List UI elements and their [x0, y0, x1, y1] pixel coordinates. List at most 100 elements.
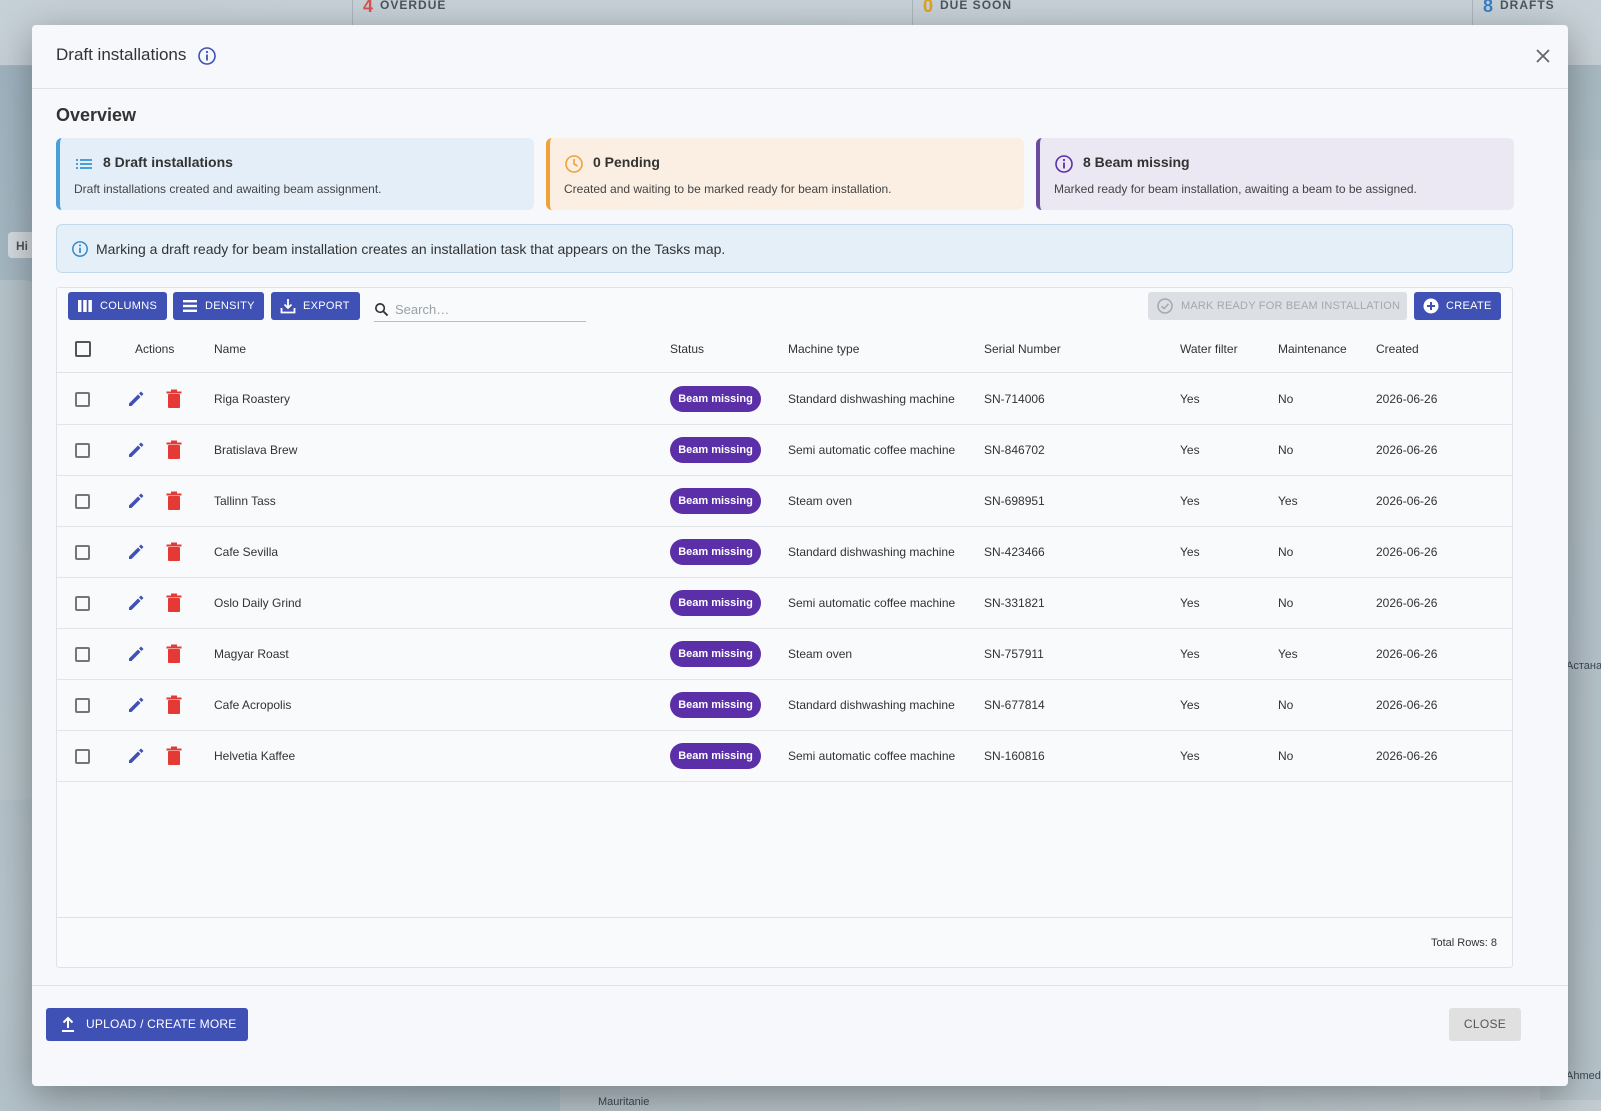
row-checkbox[interactable]	[75, 392, 90, 407]
cell-name: Magyar Roast	[214, 647, 289, 661]
card-title: 8 Beam missing	[1083, 154, 1190, 170]
delete-icon[interactable]	[165, 644, 183, 664]
delete-icon[interactable]	[165, 440, 183, 460]
info-icon[interactable]	[197, 46, 217, 66]
info-alert: Marking a draft ready for beam installat…	[56, 224, 1513, 273]
table-row[interactable]: Magyar Roast Beam missing Steam oven SN-757…	[57, 629, 1512, 680]
cell-maintenance: No	[1278, 392, 1294, 406]
header-name[interactable]: Name	[214, 342, 246, 356]
header-water-filter[interactable]: Water filter	[1180, 342, 1238, 356]
table-row[interactable]: Cafe Sevilla Beam missing Standard dishwas…	[57, 527, 1512, 578]
row-checkbox[interactable]	[75, 749, 90, 764]
edit-icon[interactable]	[126, 695, 146, 715]
cell-serial: SN-331821	[984, 596, 1045, 610]
card-title: 8 Draft installations	[103, 154, 233, 170]
edit-icon[interactable]	[126, 542, 146, 562]
delete-icon[interactable]	[165, 695, 183, 715]
cell-machine-type: Standard dishwashing machine	[788, 545, 955, 559]
table-row[interactable]: Riga Roastery Beam missing Standard dishwa…	[57, 374, 1512, 425]
delete-icon[interactable]	[165, 746, 183, 766]
total-rows: Total Rows: 8	[1430, 937, 1497, 949]
cell-created: 2026-06-26	[1376, 749, 1438, 763]
close-icon[interactable]	[1532, 45, 1554, 67]
row-checkbox[interactable]	[75, 443, 90, 458]
columns-icon	[78, 300, 92, 312]
search-input[interactable]	[395, 299, 585, 319]
header-created[interactable]: Created	[1376, 342, 1419, 356]
density-button[interactable]: DENSITY	[173, 292, 264, 320]
cell-serial: SN-714006	[984, 392, 1045, 406]
cell-serial: SN-677814	[984, 698, 1045, 712]
cell-maintenance: No	[1278, 443, 1294, 457]
edit-icon[interactable]	[126, 644, 146, 664]
cell-maintenance: No	[1278, 596, 1294, 610]
cell-water-filter: Yes	[1180, 392, 1200, 406]
row-checkbox[interactable]	[75, 596, 90, 611]
cell-created: 2026-06-26	[1376, 494, 1438, 508]
cell-machine-type: Semi automatic coffee machine	[788, 749, 956, 763]
cell-created: 2026-06-26	[1376, 392, 1438, 406]
cell-created: 2026-06-26	[1376, 698, 1438, 712]
cell-name: Riga Roastery	[214, 392, 291, 406]
header-status[interactable]: Status	[670, 342, 704, 356]
delete-icon[interactable]	[165, 389, 183, 409]
header-machine-type[interactable]: Machine type	[788, 342, 859, 356]
status-badge: Beam missing	[670, 488, 761, 514]
status-badge: Beam missing	[670, 692, 761, 718]
columns-button[interactable]: COLUMNS	[68, 292, 167, 320]
delete-icon[interactable]	[165, 542, 183, 562]
header-actions[interactable]: Actions	[135, 342, 174, 356]
cell-name: Tallinn Tass	[214, 494, 276, 508]
row-checkbox[interactable]	[75, 647, 90, 662]
cell-serial: SN-757911	[984, 647, 1044, 661]
edit-icon[interactable]	[126, 389, 146, 409]
table-row[interactable]: Cafe Acropolis Beam missing Standard dishw…	[57, 680, 1512, 731]
cell-water-filter: Yes	[1180, 494, 1200, 508]
delete-icon[interactable]	[165, 491, 183, 511]
edit-icon[interactable]	[126, 491, 146, 511]
table-row[interactable]: Helvetia Kaffee Beam missing Semi automati…	[57, 731, 1512, 782]
row-checkbox[interactable]	[75, 494, 90, 509]
create-button[interactable]: CREATE	[1414, 292, 1501, 320]
edit-icon[interactable]	[126, 440, 146, 460]
dialog-header: Draft installations	[32, 25, 1568, 89]
density-icon	[183, 300, 197, 312]
row-checkbox[interactable]	[75, 545, 90, 560]
select-all-checkbox[interactable]	[75, 341, 91, 357]
upload-create-more-button[interactable]: UPLOAD / CREATE MORE	[46, 1008, 248, 1041]
cell-name: Bratislava Brew	[214, 443, 298, 457]
check-circle-icon	[1157, 298, 1173, 314]
header-serial[interactable]: Serial Number	[984, 342, 1061, 356]
close-button[interactable]: CLOSE	[1449, 1008, 1521, 1041]
cell-machine-type: Semi automatic coffee machine	[788, 596, 956, 610]
status-badge: Beam missing	[670, 386, 761, 412]
cell-name: Cafe Sevilla	[214, 545, 279, 559]
cell-water-filter: Yes	[1180, 749, 1200, 763]
cell-serial: SN-846702	[984, 443, 1045, 457]
dialog-title: Draft installations	[56, 45, 187, 64]
row-checkbox[interactable]	[75, 698, 90, 713]
dialog-footer: UPLOAD / CREATE MORE CLOSE	[32, 985, 1568, 1086]
cell-name: Oslo Daily Grind	[214, 596, 302, 610]
table-header: Actions Name Status Machine type Serial …	[57, 328, 1512, 373]
cell-created: 2026-06-26	[1376, 545, 1438, 559]
info-icon	[1055, 155, 1073, 173]
clock-icon	[565, 155, 583, 173]
cell-maintenance: Yes	[1278, 647, 1298, 661]
list-icon	[76, 159, 92, 169]
search-icon	[375, 303, 389, 317]
edit-icon[interactable]	[126, 593, 146, 613]
map-label: Mauritanie	[598, 1096, 650, 1108]
table-row[interactable]: Bratislava Brew Beam missing Semi automati…	[57, 425, 1512, 476]
header-maintenance[interactable]: Maintenance	[1278, 342, 1347, 356]
delete-icon[interactable]	[165, 593, 183, 613]
add-circle-icon	[1423, 298, 1439, 314]
alert-text: Marking a draft ready for beam installat…	[96, 241, 726, 257]
pending-card: 0 Pending Created and waiting to be mark…	[546, 138, 1024, 210]
cell-machine-type: Semi automatic coffee machine	[788, 443, 956, 457]
table-row[interactable]: Oslo Daily Grind Beam missing Semi automat…	[57, 578, 1512, 629]
export-button[interactable]: EXPORT	[271, 292, 360, 320]
mark-ready-button[interactable]: MARK READY FOR BEAM INSTALLATION	[1148, 292, 1407, 320]
edit-icon[interactable]	[126, 746, 146, 766]
table-row[interactable]: Tallinn Tass Beam missing Steam oven SN-698…	[57, 476, 1512, 527]
